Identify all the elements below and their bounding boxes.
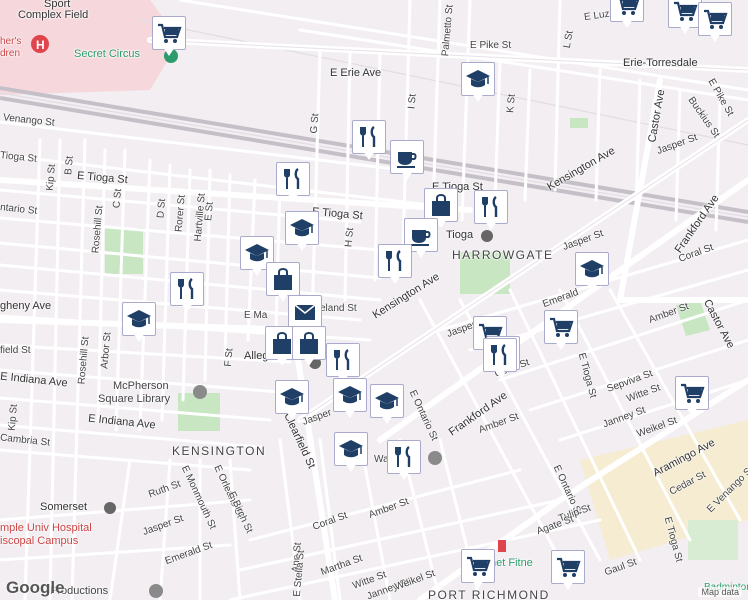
school-icon bbox=[290, 219, 314, 237]
shopping-bag-icon bbox=[432, 194, 450, 216]
poi-pin[interactable] bbox=[285, 211, 319, 253]
poi-pin[interactable] bbox=[551, 550, 585, 592]
place-marker bbox=[428, 451, 442, 465]
cart-icon bbox=[619, 0, 640, 15]
school-icon bbox=[280, 388, 304, 406]
poi-pin[interactable] bbox=[170, 272, 204, 314]
label-cleland-st: eland St bbox=[320, 303, 357, 314]
post-office-icon bbox=[294, 304, 316, 320]
label-temple-2: iscopal Campus bbox=[0, 535, 79, 547]
productions-marker bbox=[149, 584, 163, 598]
poi-pin[interactable] bbox=[474, 190, 508, 232]
poi-pin[interactable] bbox=[333, 378, 367, 420]
label-kip-st: Kip St bbox=[44, 163, 58, 192]
school-icon bbox=[127, 310, 151, 328]
poi-pin[interactable] bbox=[461, 62, 495, 104]
poi-pin[interactable] bbox=[122, 302, 156, 344]
label-hospital-1: her's bbox=[0, 36, 22, 47]
poi-pin[interactable] bbox=[275, 380, 309, 422]
park-area bbox=[105, 228, 143, 274]
label-d-st: D St bbox=[155, 198, 169, 219]
label-allegheny-ave: gheny Ave bbox=[0, 300, 52, 312]
cart-icon bbox=[674, 1, 698, 21]
label-g-st: G St bbox=[308, 113, 322, 134]
label-k-st: K St bbox=[505, 93, 518, 114]
poi-pin[interactable] bbox=[668, 0, 702, 36]
poi-pin[interactable] bbox=[370, 384, 404, 426]
poi-pin[interactable] bbox=[575, 252, 609, 294]
poi-pin[interactable] bbox=[390, 140, 424, 182]
cart-icon bbox=[550, 317, 574, 337]
park-area bbox=[688, 520, 738, 560]
poi-pin[interactable] bbox=[461, 549, 495, 591]
school-icon bbox=[466, 70, 490, 88]
restaurant-icon bbox=[482, 196, 498, 217]
label-secret-circus: Secret Circus bbox=[74, 48, 141, 60]
cart-icon bbox=[681, 383, 705, 403]
school-icon bbox=[580, 260, 604, 278]
label-complex-field: Complex Field bbox=[18, 9, 89, 21]
restaurant-icon bbox=[284, 168, 300, 189]
cart-icon bbox=[158, 23, 182, 43]
restaurant-icon bbox=[334, 349, 350, 370]
label-planet-fitness: net Fitne bbox=[490, 557, 533, 569]
poi-pin[interactable] bbox=[544, 310, 578, 352]
poi-pin[interactable] bbox=[483, 338, 517, 380]
map-canvas[interactable]: H Sport Complex Field her's dren Secret … bbox=[0, 0, 748, 600]
label-b-st: B St bbox=[63, 155, 76, 176]
label-kensington-hood: KENSINGTON bbox=[172, 444, 267, 458]
label-temple-1: mple Univ Hospital bbox=[0, 522, 92, 534]
label-e-pike-st: E Pike St bbox=[470, 40, 512, 51]
label-erie-torresdale: Erie-Torresdale bbox=[623, 57, 698, 69]
label-tioga-station: Tioga bbox=[446, 229, 474, 241]
google-logo: Google bbox=[6, 578, 65, 597]
label-field-st: field St bbox=[0, 345, 31, 356]
label-mcpherson-2: Square Library bbox=[98, 393, 171, 405]
label-mcpherson-1: McPherson bbox=[113, 380, 169, 392]
shopping-bag-icon bbox=[274, 268, 292, 290]
poi-pin[interactable] bbox=[698, 2, 732, 44]
restaurant-icon bbox=[178, 278, 194, 299]
somerset-station-marker bbox=[104, 502, 116, 514]
poi-pin[interactable] bbox=[334, 432, 368, 474]
svg-text:H: H bbox=[36, 38, 45, 52]
school-icon bbox=[339, 440, 363, 458]
poi-pin[interactable] bbox=[276, 162, 310, 204]
poi-pin[interactable] bbox=[292, 326, 326, 368]
label-h-st: H St bbox=[343, 227, 357, 248]
poi-pin[interactable] bbox=[152, 16, 186, 58]
label-e-erie-ave: E Erie Ave bbox=[330, 67, 382, 79]
label-i-st: I St bbox=[406, 93, 419, 110]
label-kip-st-2: Kip St bbox=[6, 403, 20, 432]
library-marker bbox=[193, 385, 207, 399]
label-somerset: Somerset bbox=[40, 501, 88, 513]
restaurant-icon bbox=[386, 250, 402, 271]
cafe-icon bbox=[397, 152, 417, 168]
school-icon bbox=[338, 386, 362, 404]
map-data-attribution[interactable]: Map data bbox=[698, 587, 742, 597]
transit-marker bbox=[498, 540, 506, 552]
label-c-st: C St bbox=[111, 188, 125, 209]
poi-pin[interactable] bbox=[352, 120, 386, 162]
label-harrowgate: HARROWGATE bbox=[452, 248, 554, 262]
label-f-st: F St bbox=[222, 347, 236, 368]
poi-pin[interactable] bbox=[387, 440, 421, 482]
cart-icon bbox=[467, 556, 491, 576]
restaurant-icon bbox=[491, 344, 507, 365]
poi-pin[interactable] bbox=[610, 0, 644, 30]
label-e-st: E St bbox=[203, 201, 216, 222]
shopping-bag-icon bbox=[300, 332, 318, 354]
poi-pin[interactable] bbox=[378, 244, 412, 286]
school-icon bbox=[375, 392, 399, 410]
label-e-madison: E Ma bbox=[244, 310, 268, 321]
poi-pin[interactable] bbox=[675, 376, 709, 418]
restaurant-icon bbox=[360, 126, 376, 147]
restaurant-icon bbox=[395, 446, 411, 467]
cart-icon bbox=[557, 557, 581, 577]
label-hospital-2: dren bbox=[0, 48, 21, 59]
cart-icon bbox=[704, 9, 728, 29]
park-area bbox=[570, 118, 588, 128]
